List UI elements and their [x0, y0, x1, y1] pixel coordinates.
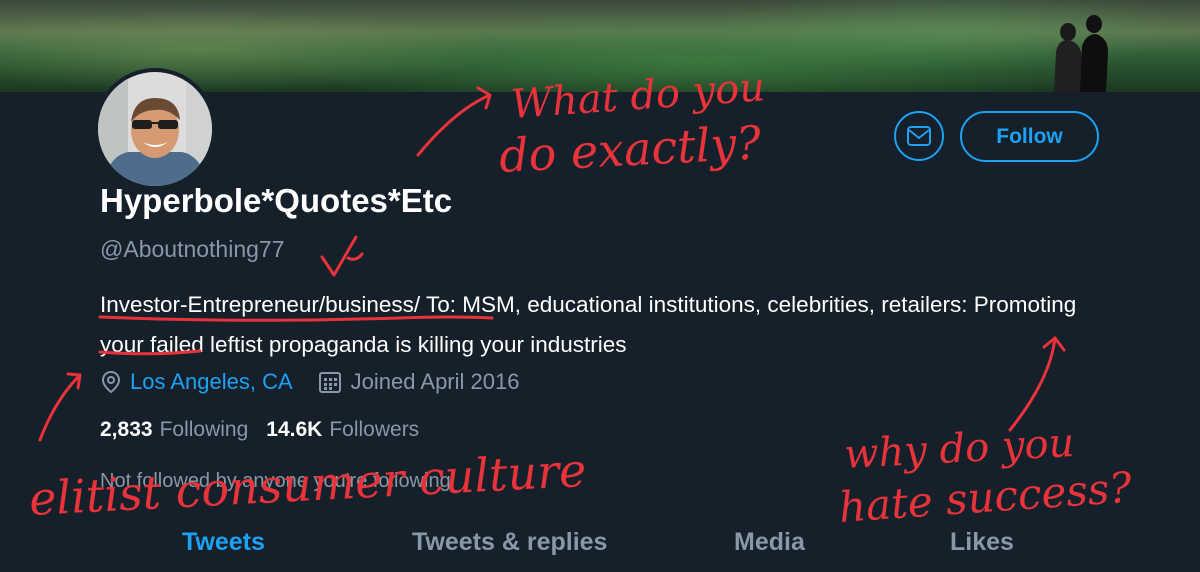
tab-tweets-replies[interactable]: Tweets & replies: [412, 528, 607, 557]
annotation-right-line2: hate success?: [837, 463, 1133, 532]
message-button[interactable]: [894, 111, 944, 161]
following-label: Following: [159, 418, 249, 441]
envelope-icon: [907, 126, 931, 146]
profile-joined-date: Joined April 2016: [350, 369, 520, 394]
followers-count: 14.6K: [266, 418, 323, 441]
check-mark: [320, 235, 358, 277]
banner-couple-silhouette: [1054, 15, 1108, 92]
tab-media[interactable]: Media: [734, 528, 805, 557]
profile-meta: Los Angeles, CA Joined April 2016: [100, 367, 519, 397]
profile-location-link[interactable]: Los Angeles, CA: [130, 369, 293, 395]
followers-stat[interactable]: 14.6K Followers: [266, 418, 419, 442]
following-stat[interactable]: 2,833 Following: [100, 418, 248, 442]
profile-tabs: Tweets Tweets & replies Media Likes: [0, 528, 1200, 568]
tab-likes[interactable]: Likes: [950, 528, 1014, 557]
arrow-top: [416, 93, 492, 157]
not-followed-notice: Not followed by anyone you're following: [100, 470, 451, 492]
annotation-right-line1: why do you: [843, 420, 1075, 478]
followers-label: Followers: [329, 418, 420, 441]
tab-tweets[interactable]: Tweets: [182, 528, 265, 557]
profile-bio: Investor-Entrepreneur/business/ To: MSM,…: [100, 292, 1077, 357]
profile-stats: 2,833 Following 14.6K Followers: [100, 418, 419, 442]
following-count: 2,833: [100, 418, 153, 441]
profile-name: Hyperbole*Quotes*Etc: [100, 182, 453, 219]
follow-button[interactable]: Follow: [960, 111, 1099, 162]
arrow-left: [38, 373, 82, 442]
profile-handle: @Aboutnothing77: [100, 236, 285, 262]
calendar-icon: [318, 372, 341, 393]
location-pin-icon: [101, 370, 121, 394]
avatar-photo: [98, 72, 212, 186]
annotation-top-line2: do exactly?: [498, 115, 763, 183]
avatar[interactable]: [94, 68, 216, 190]
